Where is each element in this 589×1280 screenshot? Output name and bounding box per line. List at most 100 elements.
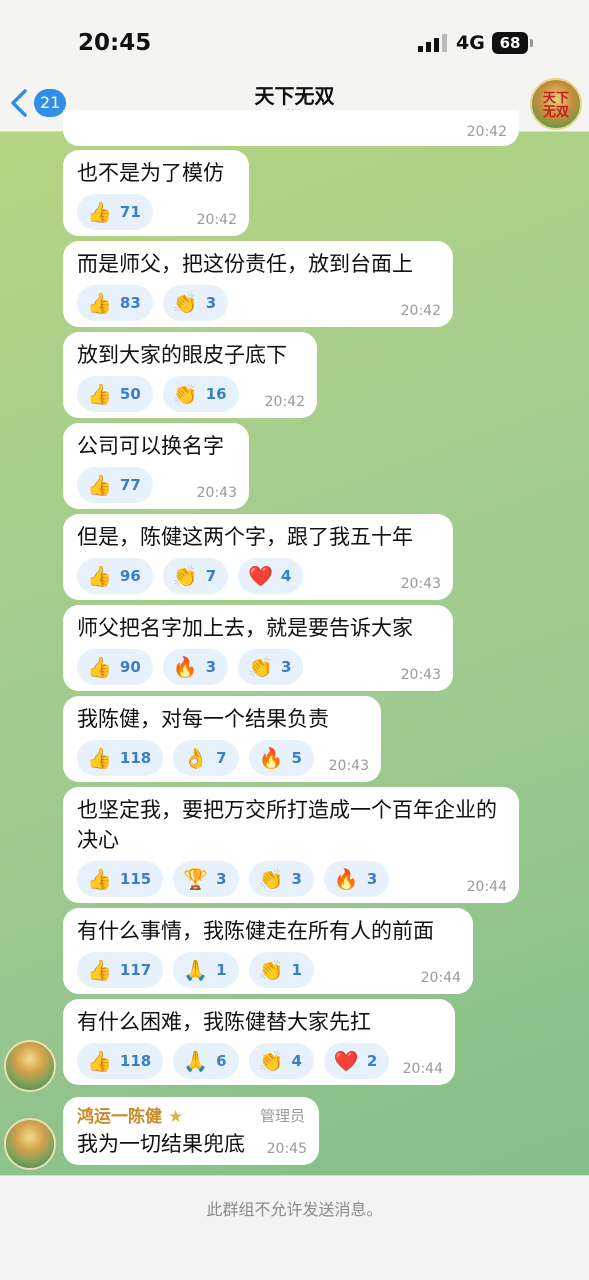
battery-icon: 68 — [492, 32, 528, 54]
reaction-heart[interactable]: ❤️ 4 — [238, 558, 304, 594]
message-time: 20:43 — [328, 758, 369, 774]
reaction-clap[interactable]: 👏 1 — [248, 952, 314, 988]
heart-icon: ❤️ — [248, 564, 274, 588]
reaction-clap[interactable]: 👏 7 — [162, 558, 229, 594]
message-time: 20:42 — [466, 124, 507, 140]
reaction-count: 3 — [366, 870, 378, 888]
reaction-pray[interactable]: 🙏 6 — [173, 1043, 239, 1079]
reaction-count: 96 — [119, 567, 141, 585]
reaction-count: 118 — [119, 749, 152, 767]
reaction-count: 1 — [291, 961, 302, 979]
message-bubble[interactable]: 但是，陈健这两个字，跟了我五十年 👍 96 👏 7 ❤️ 4 20:43 — [63, 514, 453, 600]
thumbs-up-icon: 👍 — [87, 655, 112, 679]
reaction-thumbs-up[interactable]: 👍 117 — [77, 952, 164, 988]
message-text: 有什么困难，我陈健替大家先扛 — [77, 1010, 371, 1034]
avatar[interactable] — [4, 1118, 56, 1170]
sender-name[interactable]: 鸿运一陈健 — [77, 1107, 162, 1127]
reaction-thumbs-up[interactable]: 👍 90 — [77, 649, 153, 685]
reaction-thumbs-up[interactable]: 👍 118 — [77, 1043, 164, 1079]
reaction-clap[interactable]: 👏 3 — [162, 285, 229, 321]
reaction-fire[interactable]: 🔥 3 — [162, 649, 229, 685]
folded-hands-icon: 🙏 — [183, 958, 209, 982]
message-bubble[interactable]: 师父把名字加上去，就是要告诉大家 👍 90 🔥 3 👏 3 20:43 — [63, 605, 453, 691]
folded-hands-icon: 🙏 — [183, 1049, 209, 1073]
reaction-count: 1 — [216, 961, 227, 979]
message-bubble[interactable]: 有什么事情，我陈健走在所有人的前面 👍 117 🙏 1 👏 1 20:44 — [63, 908, 473, 994]
chat-title[interactable]: 天下无双 — [0, 80, 589, 109]
reaction-count: 3 — [205, 294, 217, 312]
reaction-count: 4 — [291, 1052, 302, 1070]
message-text: 放到大家的眼皮子底下 — [77, 343, 287, 367]
message-bubble[interactable]: 而是师父，把这份责任，放到台面上 👍 83 👏 3 20:42 — [63, 241, 453, 327]
fire-icon: 🔥 — [333, 867, 359, 891]
clapping-hands-icon: 👏 — [248, 655, 274, 679]
group-avatar[interactable]: 天下 无双 — [530, 78, 582, 130]
reaction-thumbs-up[interactable]: 👍 83 — [77, 285, 153, 321]
fire-icon: 🔥 — [258, 746, 284, 770]
thumbs-up-icon: 👍 — [87, 867, 112, 891]
avatar[interactable] — [4, 1040, 56, 1092]
message-text: 而是师父，把这份责任，放到台面上 — [77, 252, 413, 276]
message-text: 我陈健，对每一个结果负责 — [77, 707, 329, 731]
reaction-count: 3 — [216, 870, 227, 888]
reaction-count: 83 — [119, 294, 141, 312]
message-bubble[interactable]: 我陈健，对每一个结果负责 👍 118 👌 7 🔥 5 20:43 — [63, 696, 381, 782]
message-bubble-partial[interactable]: 20:42 — [63, 110, 519, 146]
message-time: 20:43 — [400, 667, 441, 683]
reaction-clap[interactable]: 👏 16 — [162, 376, 239, 412]
reaction-heart[interactable]: ❤️ 2 — [323, 1043, 390, 1079]
trophy-icon: 🏆 — [183, 867, 209, 891]
reaction-thumbs-up[interactable]: 👍 118 — [77, 740, 164, 776]
signal-icon — [418, 34, 447, 52]
message-time: 20:44 — [402, 1061, 443, 1077]
message-time: 20:45 — [266, 1141, 307, 1157]
reaction-thumbs-up[interactable]: 👍 96 — [77, 558, 153, 594]
message-text: 师父把名字加上去，就是要告诉大家 — [77, 616, 413, 640]
composer-bar: 此群组不允许发送消息。 — [0, 1175, 589, 1280]
message-bubble[interactable]: 公司可以换名字 👍 77 20:43 — [63, 423, 249, 509]
reaction-fire[interactable]: 🔥 5 — [248, 740, 314, 776]
reaction-count: 3 — [281, 658, 292, 676]
reaction-fire[interactable]: 🔥 3 — [323, 861, 390, 897]
reaction-thumbs-up[interactable]: 👍 71 — [77, 194, 153, 230]
reaction-count: 117 — [119, 961, 152, 979]
group-avatar-text-2: 无双 — [542, 105, 569, 120]
message-time: 20:42 — [400, 303, 441, 319]
reaction-count: 3 — [291, 870, 302, 888]
reaction-thumbs-up[interactable]: 👍 115 — [77, 861, 164, 897]
reaction-trophy[interactable]: 🏆 3 — [173, 861, 239, 897]
reaction-count: 90 — [119, 658, 141, 676]
reaction-thumbs-up[interactable]: 👍 77 — [77, 467, 153, 503]
message-bubble[interactable]: 也不是为了模仿 👍 71 20:42 — [63, 150, 249, 236]
reaction-ok-hand[interactable]: 👌 7 — [173, 740, 239, 776]
reaction-count: 115 — [119, 870, 152, 888]
message-bubble[interactable]: 也坚定我，要把万交所打造成一个百年企业的决心 👍 115 🏆 3 👏 3 🔥 3… — [63, 787, 519, 903]
clapping-hands-icon: 👏 — [172, 564, 198, 588]
reaction-count: 7 — [216, 749, 227, 767]
reaction-pray[interactable]: 🙏 1 — [173, 952, 239, 988]
message-bubble[interactable]: 放到大家的眼皮子底下 👍 50 👏 16 20:42 — [63, 332, 317, 418]
ok-hand-icon: 👌 — [183, 746, 209, 770]
reaction-row: 👍 118 👌 7 🔥 5 — [77, 740, 367, 776]
message-text: 也不是为了模仿 — [77, 161, 224, 185]
reaction-thumbs-up[interactable]: 👍 50 — [77, 376, 153, 412]
reaction-count: 77 — [119, 476, 141, 494]
reaction-clap[interactable]: 👏 4 — [248, 1043, 314, 1079]
message-bubble[interactable]: 有什么困难，我陈健替大家先扛 👍 118 🙏 6 👏 4 ❤️ 2 20:44 — [63, 999, 455, 1085]
clapping-hands-icon: 👏 — [258, 1049, 284, 1073]
battery-tip — [530, 39, 533, 47]
message-bubble[interactable]: 鸿运一陈健 ★ 管理员 我为一切结果兜底 20:45 — [63, 1097, 319, 1165]
message-text: 有什么事情，我陈健走在所有人的前面 — [77, 919, 434, 943]
thumbs-up-icon: 👍 — [87, 1049, 112, 1073]
reaction-row: 👍 83 👏 3 — [77, 285, 439, 321]
star-icon: ★ — [168, 1107, 184, 1127]
message-time: 20:42 — [196, 212, 237, 228]
thumbs-up-icon: 👍 — [87, 291, 112, 315]
reaction-count: 118 — [119, 1052, 152, 1070]
thumbs-up-icon: 👍 — [87, 200, 112, 224]
message-time: 20:43 — [400, 576, 441, 592]
reaction-clap[interactable]: 👏 3 — [238, 649, 304, 685]
reaction-row: 👍 115 🏆 3 👏 3 🔥 3 — [77, 861, 505, 897]
thumbs-up-icon: 👍 — [87, 746, 112, 770]
reaction-clap[interactable]: 👏 3 — [248, 861, 314, 897]
